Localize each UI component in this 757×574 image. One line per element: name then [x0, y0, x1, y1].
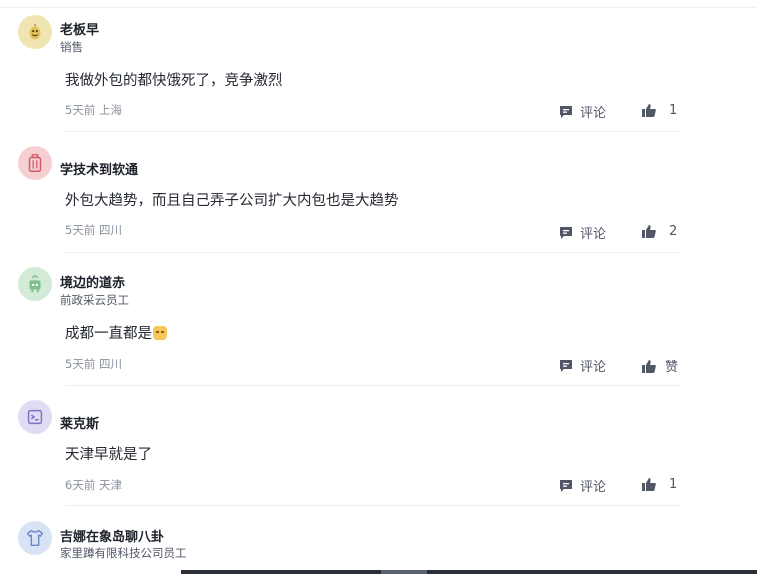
comment-list-page: 老板早 销售 我做外包的都快饿死了，竞争激烈 5天前 上海 评论 1 学技术到软…	[0, 0, 757, 574]
user-title: 家里蹲有限科技公司员工	[60, 546, 187, 560]
avatar[interactable]	[18, 521, 52, 555]
username[interactable]: 吉娜在象岛聊八卦	[60, 526, 164, 545]
comment-item: 吉娜在象岛聊八卦 家里蹲有限科技公司员工	[0, 0, 740, 570]
horizontal-scrollbar[interactable]	[181, 570, 757, 574]
scrollbar-thumb[interactable]	[381, 570, 427, 574]
tshirt-icon	[26, 529, 44, 547]
